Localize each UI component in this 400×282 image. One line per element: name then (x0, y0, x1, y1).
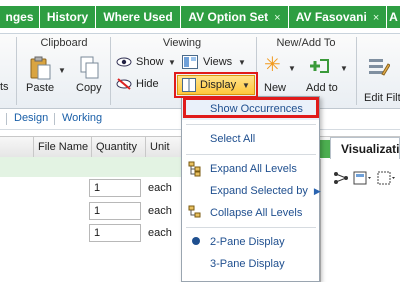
hide-button[interactable]: Hide (116, 77, 166, 93)
visualization-panel (320, 159, 400, 282)
eye-icon (116, 57, 132, 67)
unit-cell: each (148, 205, 172, 217)
tab-history[interactable]: History (40, 6, 96, 28)
ribbon-separator (110, 37, 111, 105)
menu-item-label: 2-Pane Display (210, 236, 285, 248)
tab-label: A (389, 10, 398, 24)
divider (54, 113, 55, 125)
paste-label: Paste (26, 82, 55, 94)
tab-av-fasovani[interactable]: AV Fasovani × (289, 6, 387, 28)
structure-icon[interactable] (333, 171, 349, 185)
tab-label: Where Used (103, 10, 173, 24)
ribbon-separator (356, 37, 357, 105)
menu-item-label: Expand Selected by (210, 185, 308, 197)
menu-item-expand-selected-by[interactable]: Expand Selected by ▶ (182, 180, 321, 202)
menu-item-expand-all-levels[interactable]: Expand All Levels (182, 158, 319, 180)
display-dropdown-menu: Show Occurrences Select All Expand All L… (181, 96, 321, 282)
quantity-field[interactable]: 1 (89, 202, 141, 220)
unit-cell: each (148, 227, 172, 239)
menu-divider (186, 124, 316, 125)
eye-hidden-icon (116, 78, 132, 90)
chevron-down-icon: ▼ (168, 58, 176, 67)
edit-filter-label: Edit Filte (364, 92, 400, 104)
ribbon-left-stub-label: ts (0, 81, 9, 93)
quantity-field[interactable]: 1 (89, 224, 141, 242)
tab-label: History (46, 10, 89, 24)
menu-item-label: Expand All Levels (210, 163, 297, 175)
chevron-down-icon: ▼ (238, 58, 246, 67)
views-button[interactable]: Views ▼ (182, 55, 248, 71)
show-button[interactable]: Show ▼ (116, 55, 176, 71)
close-icon[interactable]: × (373, 12, 379, 24)
clipboard-group-title: Clipboard (40, 37, 88, 49)
expand-all-icon (188, 161, 201, 177)
newadd-group-title: New/Add To (276, 37, 336, 49)
copy-button[interactable]: Copy (74, 54, 108, 98)
divider (6, 113, 7, 125)
working-link[interactable]: Working (62, 112, 102, 124)
viewing-group-title: Viewing (162, 37, 202, 49)
menu-divider (186, 154, 316, 155)
add-to-icon (310, 59, 329, 73)
add-to-label: Add to (306, 82, 338, 94)
new-button[interactable]: ✳ ▼ New (262, 54, 298, 98)
tab-label: nges (5, 10, 34, 24)
views-label: Views (203, 56, 233, 68)
tab-label: AV Fasovani (295, 10, 367, 24)
tab-bar: nges History Where Used AV Option Set × A… (0, 0, 400, 33)
views-icon (182, 55, 198, 69)
tab-visualization[interactable]: Visualizatio (330, 137, 400, 159)
copy-label: Copy (76, 82, 102, 94)
ribbon-separator (16, 37, 17, 105)
edit-filter-icon (369, 59, 390, 76)
unit-cell: each (148, 182, 172, 194)
menu-item-3-pane-display[interactable]: 3-Pane Display (182, 253, 319, 275)
column-header-file-name[interactable]: File Name (34, 137, 92, 157)
chevron-down-icon: ▼ (288, 64, 296, 73)
tab-where-used[interactable]: Where Used (96, 6, 181, 28)
tab-overflow[interactable]: A (387, 6, 400, 28)
new-label: New (264, 82, 287, 94)
close-icon[interactable]: × (274, 12, 280, 24)
radio-selected-icon (192, 237, 200, 245)
chevron-down-icon: ▼ (58, 66, 66, 75)
menu-item-collapse-all-levels[interactable]: Collapse All Levels (182, 202, 319, 224)
panel-splitter[interactable] (320, 140, 330, 158)
copy-icon (80, 56, 99, 79)
show-occurrences-highlight (183, 97, 319, 118)
chevron-down-icon: ▼ (340, 64, 348, 73)
layout-icon[interactable] (353, 171, 373, 185)
tab-changes[interactable]: nges (0, 6, 40, 28)
add-to-button[interactable]: ▼ Add to (304, 54, 350, 98)
collapse-all-icon (188, 205, 201, 218)
menu-divider (186, 227, 316, 228)
edit-filter-button[interactable]: Edit Filte (360, 54, 400, 104)
show-label: Show (136, 56, 164, 68)
new-sparkle-icon: ✳ (264, 54, 281, 76)
column-header-quantity[interactable]: Quantity (92, 137, 146, 157)
column-header-blank[interactable] (0, 137, 34, 157)
paste-button[interactable]: ▼ Paste (26, 54, 70, 98)
tab-av-option-set[interactable]: AV Option Set × (181, 6, 289, 28)
tab-label: AV Option Set (188, 10, 269, 24)
hide-label: Hide (136, 78, 159, 90)
display-button-highlight (174, 72, 258, 98)
select-region-icon[interactable] (377, 171, 397, 185)
quantity-field[interactable]: 1 (89, 179, 141, 197)
design-link[interactable]: Design (14, 112, 48, 124)
paste-icon (30, 56, 51, 80)
menu-item-select-all[interactable]: Select All (182, 128, 319, 150)
menu-item-2-pane-display[interactable]: 2-Pane Display (182, 231, 319, 253)
menu-item-label: Collapse All Levels (210, 207, 303, 219)
chevron-right-icon: ▶ (313, 186, 321, 196)
